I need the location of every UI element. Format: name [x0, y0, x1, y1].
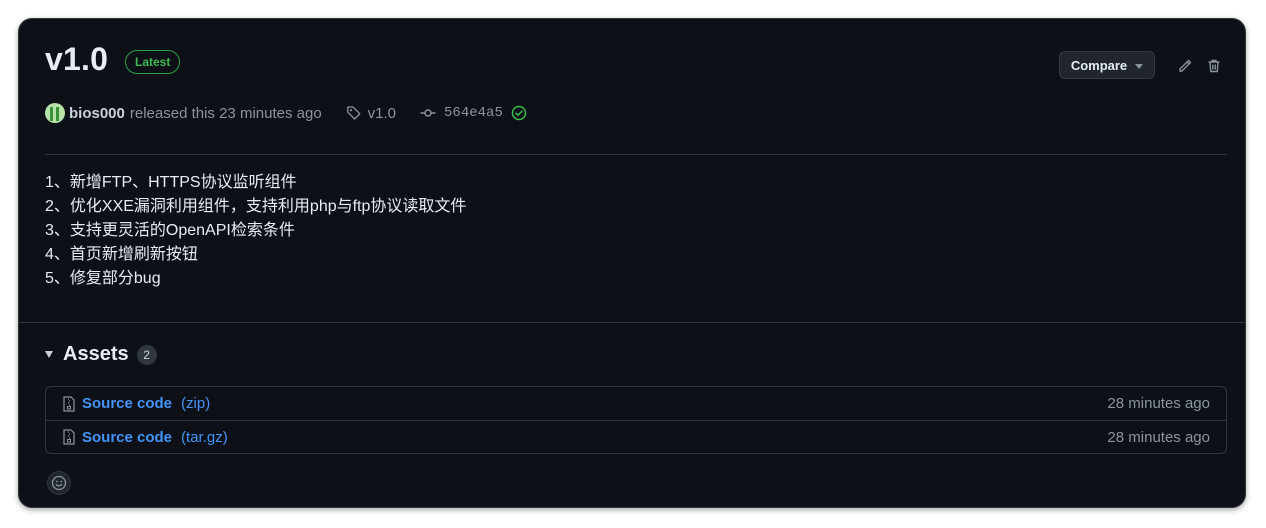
asset-link[interactable]: Source code [82, 429, 172, 446]
release-note: 3、支持更灵活的OpenAPI检索条件 [45, 222, 295, 239]
author-link[interactable]: bios000 [69, 105, 125, 122]
pencil-icon [1179, 59, 1192, 72]
release-note: 1、新增FTP、HTTPS协议监听组件 [45, 174, 297, 191]
release-note: 5、修复部分bug [45, 270, 161, 287]
smiley-icon [51, 475, 67, 491]
commit-link[interactable]: 564e4a5 [420, 105, 527, 121]
file-zip-icon [62, 395, 76, 412]
assets-list: Source code (zip) 28 minutes ago Source … [45, 386, 1227, 454]
trash-icon [1208, 59, 1220, 73]
latest-badge: Latest [125, 50, 181, 74]
chevron-down-icon [1135, 63, 1144, 69]
assets-count-badge: 2 [136, 344, 157, 365]
file-zip-icon [62, 429, 76, 445]
avatar[interactable] [45, 103, 65, 123]
release-title[interactable]: v1.0 [45, 41, 108, 78]
asset-ext[interactable]: (tar.gz) [181, 429, 228, 446]
asset-ext[interactable]: (zip) [181, 395, 210, 412]
edit-button[interactable] [1174, 55, 1196, 77]
assets-heading: Assets [63, 343, 129, 365]
asset-time: 28 minutes ago [1107, 428, 1210, 446]
git-commit-icon [420, 109, 436, 117]
check-circle-icon[interactable] [511, 105, 527, 121]
release-note: 4、首页新增刷新按钮 [45, 246, 198, 263]
triangle-down-icon [45, 351, 53, 358]
asset-link[interactable]: Source code [82, 395, 172, 412]
asset-time: 28 minutes ago [1107, 395, 1210, 412]
tag-link[interactable]: v1.0 [346, 105, 396, 122]
asset-row: Source code (zip) 28 minutes ago [46, 387, 1226, 420]
compare-button[interactable]: Compare [1059, 51, 1155, 79]
asset-row: Source code (tar.gz) 28 minutes ago [46, 420, 1226, 453]
release-note: 2、优化XXE漏洞利用组件，支持利用php与ftp协议读取文件 [45, 198, 467, 215]
released-text: released this 23 minutes ago [129, 104, 322, 122]
release-notes: 1、新增FTP、HTTPS协议监听组件 2、优化XXE漏洞利用组件，支持利用ph… [45, 171, 466, 291]
divider [45, 154, 1227, 155]
release-card: v1.0 Latest Compare bios000 released thi… [18, 18, 1246, 508]
divider [19, 322, 1245, 323]
add-reaction-button[interactable] [47, 471, 71, 495]
tag-icon [346, 106, 361, 120]
delete-button[interactable] [1203, 55, 1225, 77]
tag-name: v1.0 [367, 104, 397, 122]
release-meta: bios000 released this 23 minutes ago v1.… [45, 101, 527, 125]
assets-toggle[interactable]: Assets 2 [45, 343, 157, 366]
commit-hash: 564e4a5 [444, 105, 503, 121]
compare-label: Compare [1070, 57, 1128, 73]
